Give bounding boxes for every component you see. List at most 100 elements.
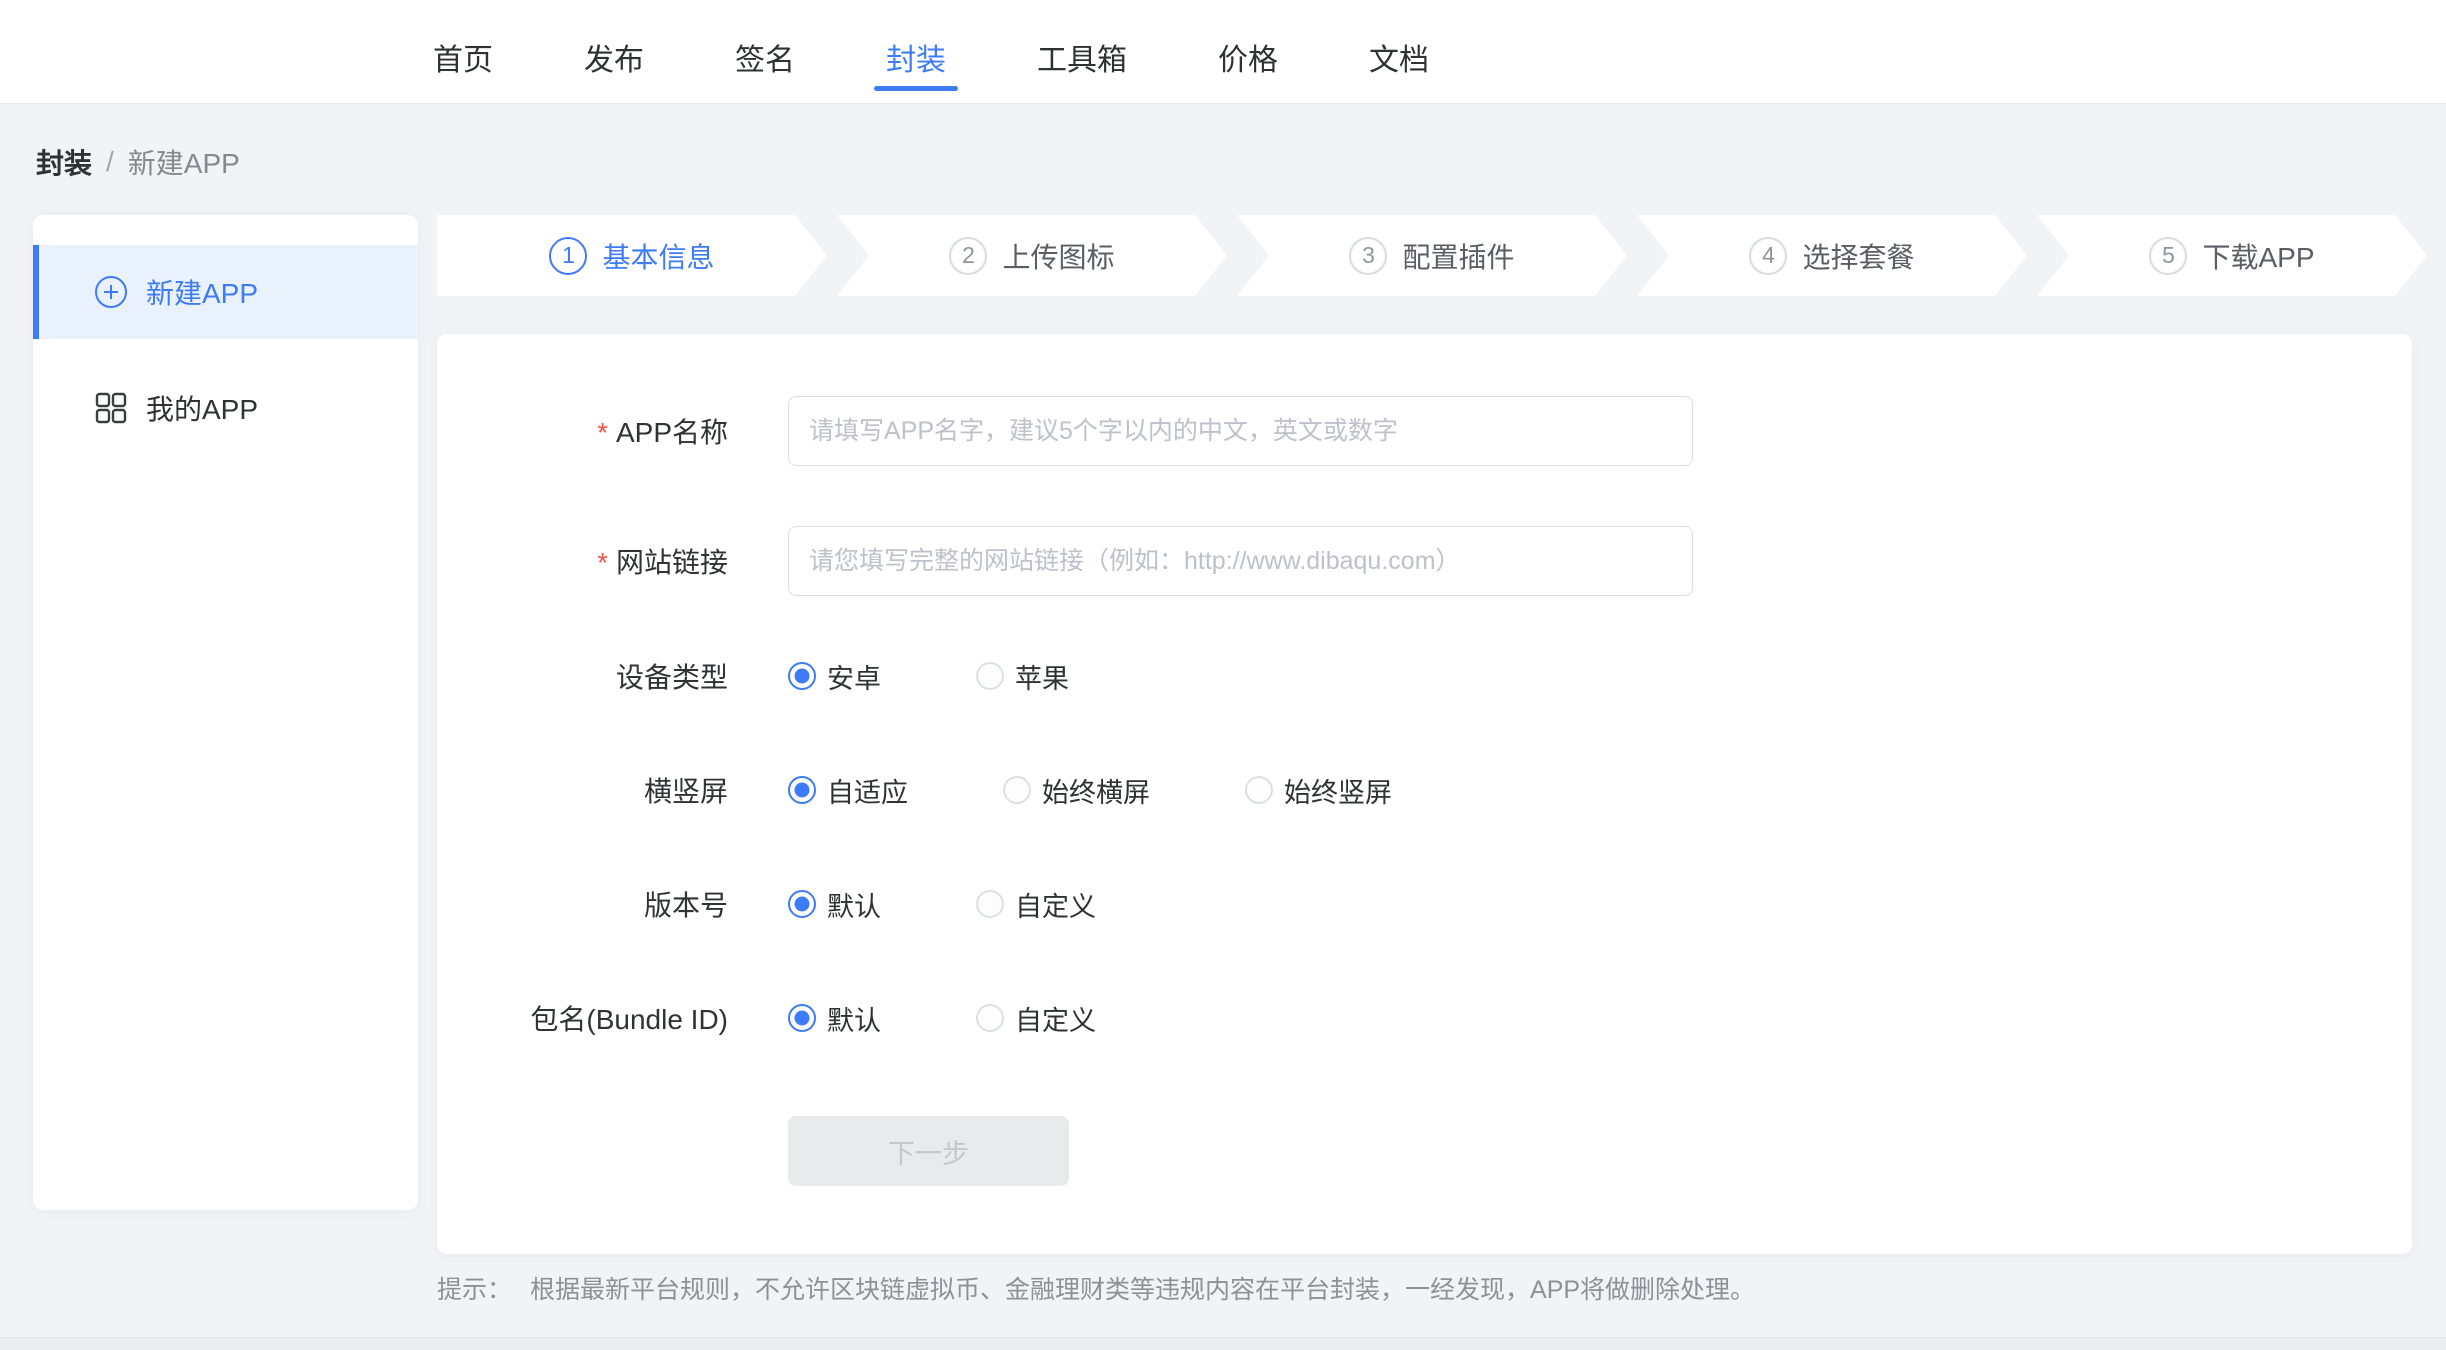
platform-rule-tip: 提示： 根据最新平台规则，不允许区块链虚拟币、金融理财类等违规内容在平台封装，一经… (437, 1270, 1755, 1306)
nav-tab-label: 文档 (1369, 44, 1429, 77)
step-2: 2 上传图标 (837, 215, 1227, 296)
sidebar-item-1[interactable]: 新建APP (33, 245, 418, 339)
radio-option-label: 自定义 (1015, 885, 1096, 924)
radio-option-label: 安卓 (827, 657, 881, 696)
nav-tab-6[interactable]: 价格 (1218, 0, 1278, 91)
field-label: 设备类型 (437, 656, 728, 696)
required-asterisk: * (597, 417, 608, 448)
radio-option-label: 默认 (827, 885, 881, 924)
sidebar-item-2[interactable]: 我的APP (33, 361, 418, 455)
field-label-text: 网站链接 (616, 547, 728, 578)
steps-wizard: 1基本信息 2 上传图标 3 配置插件 4 选择套餐 5 下载APP (437, 215, 2427, 296)
radio-group: 默认 自定义 (788, 885, 1096, 924)
field-label-text: 包名(Bundle ID) (530, 1004, 728, 1035)
radio-group: 安卓 苹果 (788, 657, 1069, 696)
form-row-5: 版本号 默认 自定义 (437, 884, 2412, 924)
bottom-footer-strip (0, 1337, 2446, 1350)
grid-icon (94, 391, 128, 425)
radio-selected-icon[interactable] (788, 662, 816, 690)
step-label: 基本信息 (602, 236, 714, 276)
radio-option[interactable]: 自定义 (976, 999, 1096, 1038)
radio-unselected-icon[interactable] (976, 662, 1004, 690)
radio-option[interactable]: 始终横屏 (1003, 771, 1150, 810)
step-label: 上传图标 (1002, 236, 1114, 276)
field-label-text: 设备类型 (616, 662, 728, 693)
next-step-button[interactable]: 下一步 (788, 1116, 1069, 1186)
field-label: 包名(Bundle ID) (437, 998, 728, 1038)
form-row-2: * 网站链接 (437, 526, 2412, 596)
radio-option[interactable]: 默认 (788, 999, 881, 1038)
step-label: 选择套餐 (1802, 236, 1914, 276)
plus-circle-icon (94, 275, 128, 309)
radio-option[interactable]: 安卓 (788, 657, 881, 696)
form-row-3: 设备类型 安卓 苹果 (437, 656, 2412, 696)
step-3: 3 配置插件 (1237, 215, 1627, 296)
step-5: 5 下载APP (2037, 215, 2427, 296)
breadcrumb-separator: / (106, 146, 114, 178)
form-rows: *APP名称*网站链接设备类型安卓苹果横竖屏自适应始终横屏始终竖屏版本号默认自定… (437, 396, 2412, 1038)
form-row-1: *APP名称 (437, 396, 2412, 466)
radio-option-label: 自定义 (1015, 999, 1096, 1038)
radio-unselected-icon[interactable] (976, 890, 1004, 918)
step-number-circle: 5 (2149, 237, 2187, 275)
radio-option-label: 自适应 (827, 771, 908, 810)
radio-unselected-icon[interactable] (1245, 776, 1273, 804)
nav-tab-1[interactable]: 首页 (433, 0, 493, 91)
field-label-text: 横竖屏 (644, 776, 728, 807)
required-asterisk: * (597, 547, 608, 578)
radio-selected-icon[interactable] (788, 1004, 816, 1032)
field-label: * 网站链接 (437, 541, 728, 581)
top-nav-bar: 首页 发布 签名 封装 工具箱 价格 文档 (0, 0, 2446, 104)
step-4: 4 选择套餐 (1637, 215, 2027, 296)
nav-tab-label: 价格 (1218, 44, 1278, 77)
text-input-1[interactable] (788, 396, 1693, 466)
radio-unselected-icon[interactable] (1003, 776, 1031, 804)
field-label: 横竖屏 (437, 770, 728, 810)
tip-text: 根据最新平台规则，不允许区块链虚拟币、金融理财类等违规内容在平台封装，一经发现，… (530, 1276, 1755, 1304)
step-number-circle: 4 (1749, 237, 1787, 275)
nav-tab-4[interactable]: 封装 (886, 0, 946, 91)
nav-tab-7[interactable]: 文档 (1369, 0, 1429, 91)
radio-option-label: 苹果 (1015, 657, 1069, 696)
nav-tab-label: 签名 (735, 44, 795, 77)
step-number-circle: 2 (949, 237, 987, 275)
radio-option[interactable]: 始终竖屏 (1245, 771, 1392, 810)
tip-prefix: 提示： (437, 1276, 512, 1304)
nav-tab-label: 封装 (886, 44, 946, 77)
nav-tab-label: 首页 (433, 44, 493, 77)
nav-tab-label: 发布 (584, 44, 644, 77)
radio-option[interactable]: 苹果 (976, 657, 1069, 696)
radio-group: 默认 自定义 (788, 999, 1096, 1038)
active-tab-underline (874, 86, 958, 91)
radio-option[interactable]: 自适应 (788, 771, 908, 810)
radio-option[interactable]: 自定义 (976, 885, 1096, 924)
form-row-6: 包名(Bundle ID) 默认 自定义 (437, 998, 2412, 1038)
form-card: *APP名称*网站链接设备类型安卓苹果横竖屏自适应始终横屏始终竖屏版本号默认自定… (437, 334, 2412, 1254)
text-input-2[interactable] (788, 526, 1693, 596)
radio-unselected-icon[interactable] (976, 1004, 1004, 1032)
field-label: 版本号 (437, 884, 728, 924)
step-label: 下载APP (2202, 236, 2314, 276)
main-nav: 首页 发布 签名 封装 工具箱 价格 文档 (433, 0, 1429, 91)
nav-tab-2[interactable]: 发布 (584, 0, 644, 91)
step-number-circle: 3 (1349, 237, 1387, 275)
nav-tab-label: 工具箱 (1037, 44, 1127, 77)
breadcrumb-current: 新建APP (128, 142, 240, 182)
form-row-4: 横竖屏 自适应 始终横屏 始终竖屏 (437, 770, 2412, 810)
radio-option[interactable]: 默认 (788, 885, 881, 924)
radio-selected-icon[interactable] (788, 890, 816, 918)
radio-group: 自适应 始终横屏 始终竖屏 (788, 771, 1392, 810)
nav-tab-3[interactable]: 签名 (735, 0, 795, 91)
breadcrumb: 封装 / 新建APP (36, 142, 240, 182)
breadcrumb-section[interactable]: 封装 (36, 142, 92, 182)
radio-option-label: 始终横屏 (1042, 771, 1150, 810)
sidebar-item-label: 我的APP (146, 388, 258, 428)
step-1: 1基本信息 (437, 215, 827, 296)
field-label: *APP名称 (437, 411, 728, 451)
field-label-text: 版本号 (644, 890, 728, 921)
radio-selected-icon[interactable] (788, 776, 816, 804)
radio-option-label: 始终竖屏 (1284, 771, 1392, 810)
nav-tab-5[interactable]: 工具箱 (1037, 0, 1127, 91)
step-label: 配置插件 (1402, 236, 1514, 276)
radio-option-label: 默认 (827, 999, 881, 1038)
